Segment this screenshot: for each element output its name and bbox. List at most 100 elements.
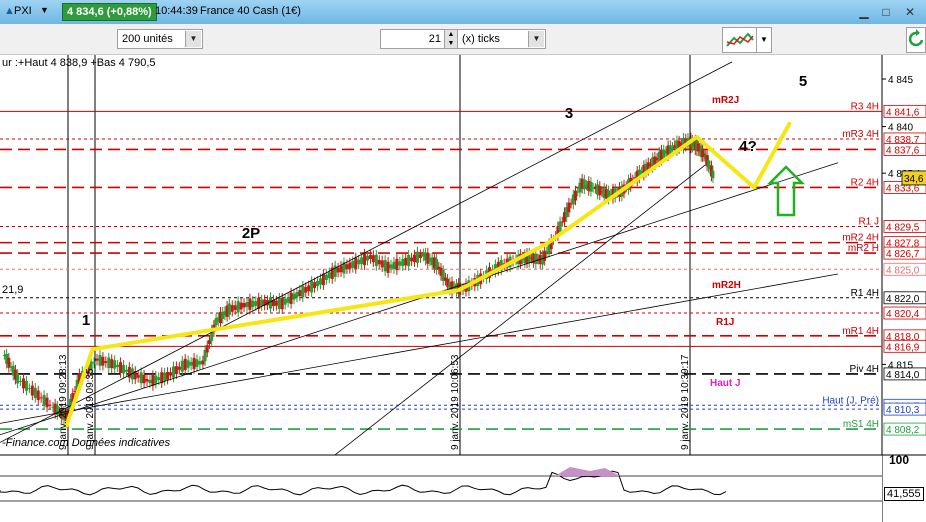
candle-body [192, 357, 196, 370]
candle-body [336, 267, 340, 273]
candle-body [239, 302, 243, 310]
candle-body [307, 285, 311, 292]
ticks-stepper[interactable]: ▲ ▼ [444, 29, 458, 49]
candle-body [310, 281, 314, 293]
refresh-button[interactable] [906, 27, 926, 53]
price-tag: 4 810,3 [886, 405, 920, 416]
minimize-icon[interactable]: ▁ [856, 5, 872, 19]
candle-body [180, 360, 184, 372]
candle-body [339, 265, 343, 273]
candle-body [301, 285, 305, 298]
source-text: -Finance.com Données indicatives [2, 437, 171, 449]
ticks-unit-value: (x) ticks [462, 33, 500, 45]
chevron-down-icon[interactable]: ▼ [756, 27, 772, 53]
level-name: R1 4H [851, 288, 879, 299]
title-bar: ▲ PXI ▼ 4 834,6 (+0,88%) 10:44:39 France… [0, 0, 926, 25]
candle-body [351, 261, 355, 268]
y-tick-label: 4 840 [888, 123, 913, 134]
candle-body [289, 292, 293, 304]
candle-body [280, 297, 284, 310]
candle-body [233, 305, 237, 310]
candle-body [113, 360, 117, 369]
price-tag: 4 826,7 [886, 249, 920, 260]
candle-body [268, 297, 272, 309]
candle-body [157, 377, 161, 381]
ticks-input[interactable]: 21 [380, 29, 446, 49]
candle-body [142, 374, 146, 384]
instrument-code: PXI [14, 5, 32, 17]
candle-body [404, 257, 408, 266]
dropdown-icon[interactable]: ▼ [40, 5, 49, 15]
candle-body [357, 259, 361, 265]
candle-body [598, 185, 602, 196]
candle-body [413, 254, 417, 263]
candle-body [242, 303, 246, 308]
candle-body [124, 369, 128, 372]
candle-body [711, 170, 715, 179]
time-label: 9 janv. 2019 10:39:17 [680, 354, 691, 450]
candle-body [121, 364, 125, 374]
indicator-panel [0, 455, 882, 522]
level-label: Haut J [710, 378, 741, 389]
candle-body [98, 355, 102, 366]
candle-body [136, 375, 140, 378]
candle-body [327, 272, 331, 279]
candle-body [407, 254, 411, 267]
level-name: Haut (J, Pré) [822, 395, 879, 406]
wave-label: 4? [739, 138, 757, 155]
candle-body [145, 379, 149, 382]
time-label: 9 janv. 2019 09:28:13 [58, 354, 69, 450]
chart-tools-button[interactable] [722, 27, 758, 53]
chart-tools-icon [726, 32, 754, 47]
refresh-icon [908, 29, 924, 47]
candle-body [668, 145, 672, 154]
candle-body [195, 359, 199, 367]
candle-body [274, 300, 278, 306]
toolbar: 200 unités ▼ 21 ▲ ▼ (x) ticks ▼ ▼ [0, 24, 926, 55]
price-chart[interactable]: R3 4H4 841,6mR2JmR3 4H4 838,74 837,6R2 4… [0, 55, 926, 522]
candle-body [286, 297, 290, 303]
level-name: mS1 4H [843, 419, 879, 430]
candle-body [333, 265, 337, 277]
price-tag: 4 820,4 [886, 309, 920, 320]
maximize-icon[interactable]: □ [878, 5, 894, 19]
candle-body [110, 359, 114, 369]
candle-body [36, 390, 40, 401]
candle-body [304, 287, 308, 293]
candle-body [389, 264, 393, 269]
level-name: mR3 4H [842, 129, 879, 140]
candle-body [27, 388, 31, 390]
candle-body [116, 364, 120, 368]
candle-body [139, 372, 143, 384]
time-label: 9 janv. 2019 10:06:53 [450, 354, 461, 450]
ticks-unit-select[interactable]: (x) ticks ▼ [457, 29, 546, 49]
candle-body [174, 366, 178, 375]
close-icon[interactable]: ✕ [902, 5, 918, 19]
price-tag: 4 808,2 [886, 425, 920, 436]
level-label: R1J [716, 317, 734, 328]
candle-body [248, 298, 252, 310]
candle-body [101, 356, 105, 366]
candle-body [589, 181, 593, 192]
chevron-down-icon[interactable]: ▼ [528, 31, 544, 47]
price-tag: 4 829,5 [886, 222, 920, 233]
candle-body [95, 358, 99, 361]
wave-label: 2P [242, 225, 260, 242]
units-select[interactable]: 200 unités ▼ [117, 29, 203, 49]
candle-body [186, 360, 190, 368]
candle-body [316, 280, 320, 287]
candle-body [33, 387, 37, 399]
price-tag: 4 825,0 [886, 265, 920, 276]
candle-body [392, 261, 396, 270]
candle-body [368, 254, 372, 260]
units-value: 200 unités [122, 33, 173, 45]
candle-body [374, 254, 378, 267]
candle-body [295, 292, 299, 298]
candle-body [321, 273, 325, 286]
chevron-down-icon[interactable]: ▼ [185, 31, 201, 47]
candle-body [251, 300, 255, 308]
candle-body [245, 301, 249, 307]
candle-body [371, 255, 375, 263]
candle-body [254, 301, 258, 306]
candle-body [107, 357, 111, 369]
